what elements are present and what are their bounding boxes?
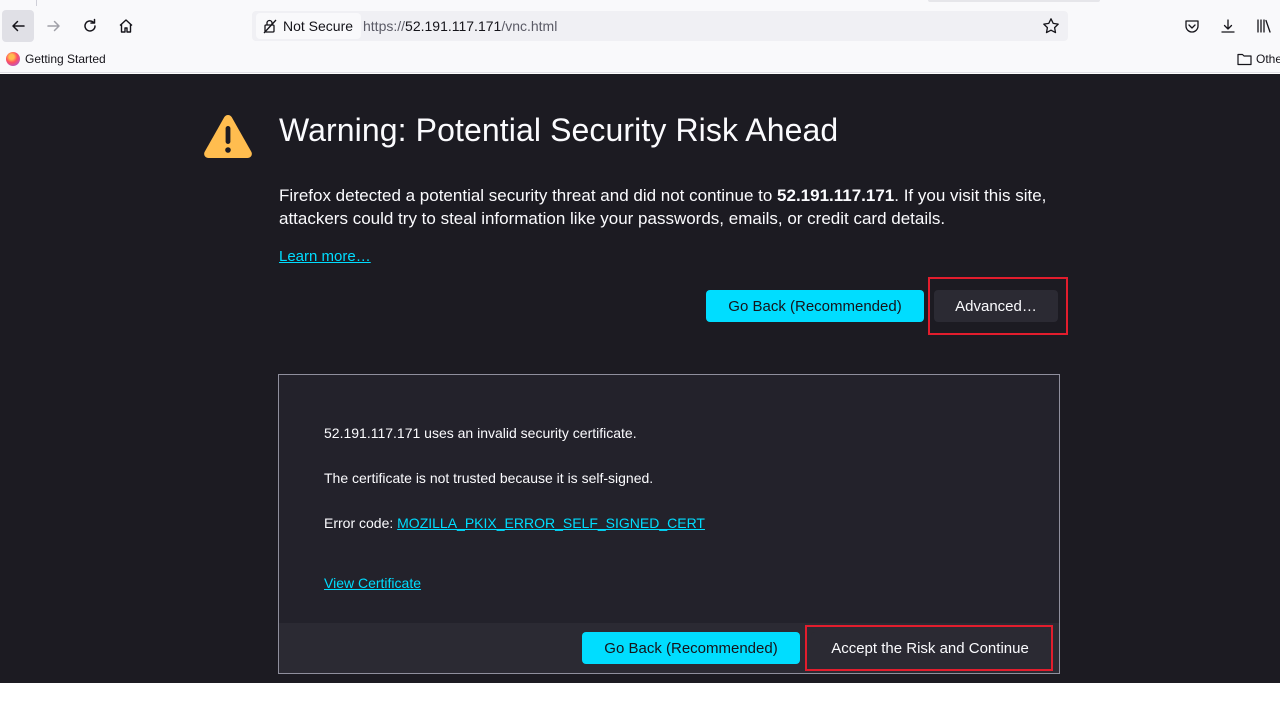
reload-button[interactable] <box>74 10 106 42</box>
home-icon <box>119 19 133 33</box>
insecure-lock-icon <box>263 19 277 34</box>
error-page: Warning: Potential Security Risk Ahead F… <box>0 74 1280 683</box>
url-text[interactable]: https://52.191.117.171/vnc.html <box>363 18 557 34</box>
browser-toolbar: Not Secure https://52.191.117.171/vnc.ht… <box>0 0 1280 48</box>
home-button[interactable] <box>110 10 142 42</box>
url-bar[interactable]: Not Secure https://52.191.117.171/vnc.ht… <box>252 11 1068 41</box>
error-code-line: Error code: MOZILLA_PKIX_ERROR_SELF_SIGN… <box>324 515 705 531</box>
tab-edge <box>928 0 1100 2</box>
downloads-button[interactable] <box>1216 14 1240 38</box>
learn-more-link[interactable]: Learn more… <box>279 248 371 265</box>
error-code-link[interactable]: MOZILLA_PKIX_ERROR_SELF_SIGNED_CERT <box>397 515 705 531</box>
other-bookmarks[interactable]: Othe <box>1237 52 1280 66</box>
site-security-button[interactable]: Not Secure <box>256 13 362 39</box>
bottom-strip <box>0 683 1280 720</box>
advanced-highlight-box <box>928 277 1068 335</box>
url-prefix: https:// <box>363 18 406 34</box>
forward-button[interactable] <box>38 10 70 42</box>
other-bookmarks-label: Othe <box>1256 52 1280 66</box>
accept-highlight-box <box>805 625 1053 671</box>
panel-go-back-button[interactable]: Go Back (Recommended) <box>582 632 800 664</box>
advanced-panel: 52.191.117.171 uses an invalid security … <box>278 374 1060 674</box>
description-host: 52.191.117.171 <box>777 186 895 205</box>
advanced-panel-footer: Go Back (Recommended) Accept the Risk an… <box>279 623 1059 673</box>
forward-arrow-icon <box>47 20 60 32</box>
download-icon <box>1221 19 1235 33</box>
description-before: Firefox detected a potential security th… <box>279 186 778 205</box>
tab-divider <box>36 0 37 6</box>
url-path: /vnc.html <box>501 18 558 34</box>
bookmarks-bar: Getting Started Othe <box>0 48 1280 73</box>
page-title: Warning: Potential Security Risk Ahead <box>279 112 839 148</box>
bookmark-star-icon[interactable] <box>1042 17 1060 35</box>
invalid-cert-text: 52.191.117.171 uses an invalid security … <box>324 425 637 441</box>
url-host: 52.191.117.171 <box>405 18 502 34</box>
self-signed-text: The certificate is not trusted because i… <box>324 470 654 486</box>
reload-icon <box>84 18 96 32</box>
pocket-button[interactable] <box>1180 14 1204 38</box>
warning-icon <box>204 115 252 158</box>
bookmark-getting-started[interactable]: Getting Started <box>6 52 106 66</box>
library-button[interactable] <box>1252 14 1276 38</box>
pocket-icon <box>1185 20 1199 33</box>
view-certificate-link[interactable]: View Certificate <box>324 575 421 591</box>
library-icon <box>1257 19 1271 33</box>
back-arrow-icon <box>12 20 25 32</box>
error-description: Firefox detected a potential security th… <box>279 184 1069 230</box>
not-secure-label: Not Secure <box>283 18 354 34</box>
back-button[interactable] <box>2 10 34 42</box>
bookmark-label: Getting Started <box>25 52 106 66</box>
firefox-logo-icon <box>6 52 20 66</box>
error-code-prefix: Error code: <box>324 515 398 531</box>
go-back-button[interactable]: Go Back (Recommended) <box>706 290 924 322</box>
folder-icon <box>1237 53 1252 66</box>
